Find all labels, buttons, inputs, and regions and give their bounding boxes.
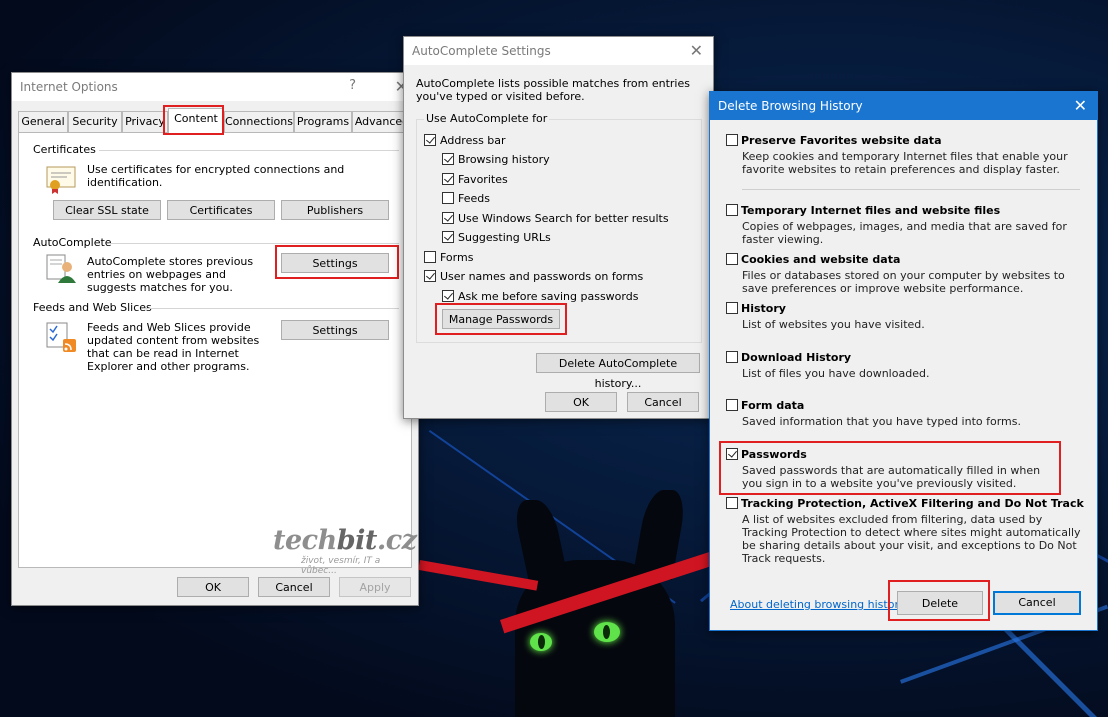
cookies-label: Cookies and website data [741, 253, 901, 266]
cookies-checkbox[interactable] [726, 253, 738, 265]
preserve-favorites-label: Preserve Favorites website data [741, 134, 942, 147]
tab-connections[interactable]: Connections [224, 111, 294, 132]
ok-button[interactable]: OK [177, 577, 249, 597]
ok-button[interactable]: OK [545, 392, 617, 412]
clear-ssl-button[interactable]: Clear SSL state [53, 200, 161, 220]
internet-options-title: Internet Options [20, 80, 118, 94]
form-data-checkbox[interactable] [726, 399, 738, 411]
ask-before-saving-label: Ask me before saving passwords [458, 290, 639, 303]
cat-eye-right [594, 622, 620, 642]
publishers-button[interactable]: Publishers [281, 200, 389, 220]
history-desc: List of websites you have visited. [742, 318, 925, 331]
download-history-desc: List of files you have downloaded. [742, 367, 930, 380]
tracking-protection-label: Tracking Protection, ActiveX Filtering a… [741, 497, 1084, 510]
address-bar-checkbox[interactable] [424, 134, 436, 146]
tab-programs[interactable]: Programs [294, 111, 352, 132]
delete-history-titlebar: Delete Browsing History ✕ [710, 92, 1097, 120]
temp-files-checkbox[interactable] [726, 204, 738, 216]
preserve-favorites-checkbox[interactable] [726, 134, 738, 146]
close-icon[interactable]: ✕ [1074, 96, 1087, 115]
address-bar-label: Address bar [440, 134, 506, 147]
preserve-favorites-desc: Keep cookies and temporary Internet file… [742, 150, 1068, 176]
divider [99, 150, 399, 151]
content-panel: Certificates Use certificates for encryp… [18, 132, 417, 576]
temp-files-label: Temporary Internet files and website fil… [741, 204, 1001, 217]
history-label: History [741, 302, 786, 315]
cancel-button[interactable]: Cancel [258, 577, 330, 597]
history-checkbox[interactable] [726, 302, 738, 314]
form-data-desc: Saved information that you have typed in… [742, 415, 1021, 428]
favorites-checkbox[interactable] [442, 173, 454, 185]
autocomplete-title: AutoComplete Settings [412, 44, 551, 58]
download-history-label: Download History [741, 351, 852, 364]
form-data-label: Form data [741, 399, 805, 412]
settings-highlight [275, 245, 399, 279]
autocomplete-intro: AutoComplete lists possible matches from… [416, 77, 690, 103]
download-history-checkbox[interactable] [726, 351, 738, 363]
cancel-button[interactable]: Cancel [993, 591, 1081, 615]
passwords-highlight [719, 441, 1061, 495]
feeds-text: Feeds and Web Slices provide updated con… [87, 321, 260, 373]
forms-label: Forms [440, 251, 474, 264]
manage-passwords-highlight [435, 303, 567, 335]
usernames-passwords-label: User names and passwords on forms [440, 270, 644, 283]
feeds-icon [45, 321, 77, 353]
tracking-protection-desc: A list of websites excluded from filteri… [742, 513, 1081, 565]
cookies-desc: Files or databases stored on your comput… [742, 269, 1065, 295]
browsing-history-label: Browsing history [458, 153, 550, 166]
feeds-label: Feeds [458, 192, 490, 205]
suggesting-urls-label: Suggesting URLs [458, 231, 551, 244]
watermark-tagline: život, vesmír, IT a vůbec... [301, 556, 381, 576]
delete-browsing-history-dialog: Delete Browsing History ✕ Preserve Favor… [709, 91, 1098, 631]
favorites-label: Favorites [458, 173, 508, 186]
tracking-protection-checkbox[interactable] [726, 497, 738, 509]
windows-search-checkbox[interactable] [442, 212, 454, 224]
ask-before-saving-checkbox[interactable] [442, 290, 454, 302]
forms-checkbox[interactable] [424, 251, 436, 263]
autocomplete-text: AutoComplete stores previous entries on … [87, 255, 254, 294]
temp-files-desc: Copies of webpages, images, and media th… [742, 220, 1067, 246]
autocomplete-settings-dialog: AutoComplete Settings ✕ AutoComplete lis… [403, 36, 714, 419]
browsing-history-checkbox[interactable] [442, 153, 454, 165]
techbit-watermark-logo: techbit.cz [273, 525, 417, 556]
feeds-heading: Feeds and Web Slices [33, 301, 152, 314]
use-autocomplete-label: Use AutoComplete for [424, 112, 550, 125]
suggesting-urls-checkbox[interactable] [442, 231, 454, 243]
divider [109, 243, 399, 244]
certificate-icon [45, 163, 77, 195]
internet-options-titlebar: Internet Options ? ✕ [12, 73, 418, 101]
tab-security[interactable]: Security [68, 111, 122, 132]
tab-content-highlight [163, 105, 224, 135]
about-deleting-link[interactable]: About deleting browsing history [730, 598, 905, 611]
usernames-passwords-checkbox[interactable] [424, 270, 436, 282]
autocomplete-titlebar: AutoComplete Settings ✕ [404, 37, 713, 65]
internet-options-dialog: Internet Options ? ✕ General Security Pr… [11, 72, 419, 606]
certificates-text: Use certificates for encrypted connectio… [87, 163, 345, 189]
autocomplete-heading: AutoComplete [33, 236, 112, 249]
close-icon[interactable]: ✕ [690, 41, 703, 60]
feeds-checkbox[interactable] [442, 192, 454, 204]
tab-general[interactable]: General [18, 111, 68, 132]
divider [742, 189, 1080, 190]
feeds-settings-button[interactable]: Settings [281, 320, 389, 340]
tab-privacy[interactable]: Privacy [122, 111, 168, 132]
certificates-heading: Certificates [33, 143, 96, 156]
delete-history-title: Delete Browsing History [718, 99, 863, 113]
divider [143, 308, 399, 309]
apply-button[interactable]: Apply [339, 577, 411, 597]
delete-autocomplete-history-button[interactable]: Delete AutoComplete history... [536, 353, 700, 390]
autocomplete-icon [45, 253, 77, 285]
cat-eye-left [530, 633, 552, 651]
certificates-button[interactable]: Certificates [167, 200, 275, 220]
windows-search-label: Use Windows Search for better results [458, 212, 669, 225]
delete-button-highlight [888, 580, 990, 621]
help-button[interactable]: ? [349, 78, 356, 93]
cancel-button[interactable]: Cancel [627, 392, 699, 412]
